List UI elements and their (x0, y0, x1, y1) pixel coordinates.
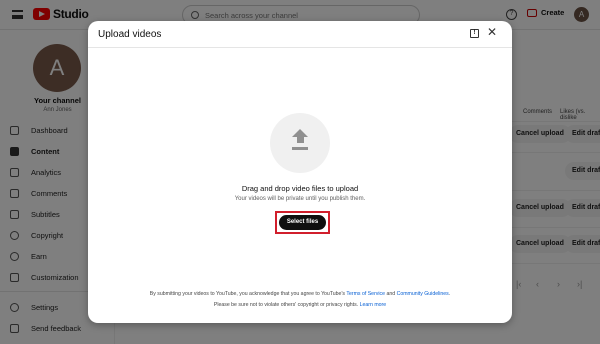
learn-more-link[interactable]: Learn more (360, 302, 387, 308)
select-files-button[interactable]: Select files (279, 215, 326, 230)
dialog-title: Upload videos (98, 29, 162, 40)
terms-notice: By submitting your videos to YouTube, yo… (149, 291, 451, 297)
rights-notice: Please be sure not to violate others' co… (213, 302, 387, 308)
drag-drop-instructions: Drag and drop video files to upload (241, 184, 359, 193)
community-guidelines-link[interactable]: Community Guidelines (397, 291, 449, 297)
dialog-header: Upload videos ! ✕ (88, 21, 512, 48)
terms-of-service-link[interactable]: Terms of Service (346, 291, 385, 297)
close-icon[interactable]: ✕ (486, 26, 498, 38)
feedback-icon[interactable]: ! (470, 29, 479, 38)
upload-drop-zone[interactable] (270, 113, 330, 173)
upload-videos-dialog: Upload videos ! ✕ Drag and drop video fi… (88, 21, 512, 323)
upload-icon (292, 129, 308, 153)
privacy-note: Your videos will be private until you pu… (234, 196, 366, 202)
